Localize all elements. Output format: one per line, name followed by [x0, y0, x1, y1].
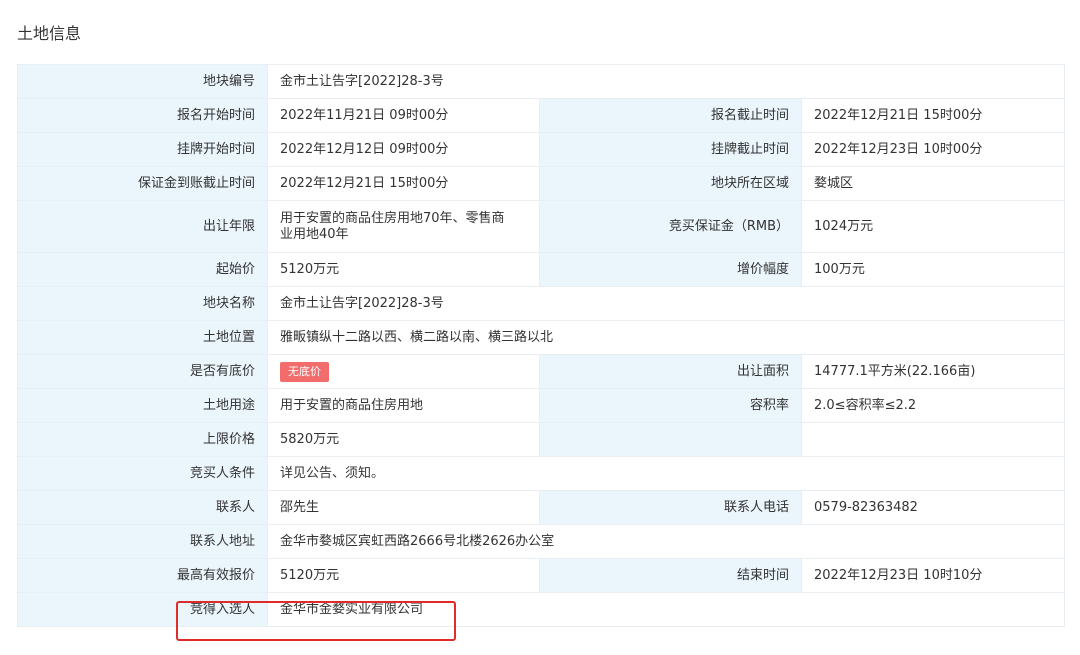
empty-label-cell: [539, 422, 802, 457]
listing-end-label: 挂牌截止时间: [539, 132, 802, 167]
land-use-label: 土地用途: [17, 388, 268, 423]
plot-region-label: 地块所在区域: [539, 166, 802, 201]
highest-bid-value: 5120万元: [267, 558, 540, 593]
bid-deposit-value: 1024万元: [800, 200, 1066, 253]
row-deposit-deadline: 保证金到账截止时间 2022年12月21日 15时00分 地块所在区域 婺城区: [17, 166, 1066, 201]
contact-person-value: 邵先生: [267, 490, 540, 525]
plot-ratio-label: 容积率: [539, 388, 802, 423]
row-reserve-price: 是否有底价 无底价 出让面积 14777.1平方米(22.166亩): [17, 354, 1066, 389]
end-time-value: 2022年12月23日 10时10分: [800, 558, 1066, 593]
listing-start-label: 挂牌开始时间: [17, 132, 268, 167]
transfer-area-label: 出让面积: [539, 354, 802, 389]
bidder-conditions-value: 详见公告、须知。: [266, 456, 1066, 491]
contact-phone-value: 0579-82363482: [800, 490, 1066, 525]
land-location-value: 雅畈镇纵十二路以西、横二路以南、横三路以北: [266, 320, 1066, 355]
empty-value-cell: [800, 422, 1066, 457]
row-registration-time: 报名开始时间 2022年11月21日 09时00分 报名截止时间 2022年12…: [17, 98, 1066, 133]
registration-end-label: 报名截止时间: [539, 98, 802, 133]
row-price-cap: 上限价格 5820万元: [17, 422, 1066, 457]
contact-address-value: 金华市婺城区宾虹西路2666号北楼2626办公室: [266, 524, 1066, 559]
winning-bidder-label: 竞得入选人: [17, 592, 268, 627]
end-time-label: 结束时间: [539, 558, 802, 593]
row-bidder-conditions: 竞买人条件 详见公告、须知。: [17, 456, 1066, 491]
row-contact-address: 联系人地址 金华市婺城区宾虹西路2666号北楼2626办公室: [17, 524, 1066, 559]
land-use-value: 用于安置的商品住房用地: [267, 388, 540, 423]
registration-start-value: 2022年11月21日 09时00分: [267, 98, 540, 133]
plot-name-value: 金市土让告字[2022]28-3号: [266, 286, 1066, 321]
reserve-price-cell: 无底价: [267, 354, 540, 389]
plot-region-value: 婺城区: [800, 166, 1066, 201]
registration-start-label: 报名开始时间: [17, 98, 268, 133]
plot-number-value: 金市土让告字[2022]28-3号: [266, 64, 1066, 99]
bidder-conditions-label: 竞买人条件: [17, 456, 268, 491]
transfer-area-value: 14777.1平方米(22.166亩): [800, 354, 1066, 389]
price-cap-value: 5820万元: [267, 422, 540, 457]
row-transfer-term: 出让年限 用于安置的商品住房用地70年、零售商业用地40年 竞买保证金（RMB）…: [17, 200, 1066, 253]
transfer-term-value: 用于安置的商品住房用地70年、零售商业用地40年: [267, 200, 540, 253]
registration-end-value: 2022年12月21日 15时00分: [800, 98, 1066, 133]
row-highest-bid: 最高有效报价 5120万元 结束时间 2022年12月23日 10时10分: [17, 558, 1066, 593]
reserve-price-label: 是否有底价: [17, 354, 268, 389]
deposit-deadline-label: 保证金到账截止时间: [17, 166, 268, 201]
contact-address-label: 联系人地址: [17, 524, 268, 559]
row-land-location: 土地位置 雅畈镇纵十二路以西、横二路以南、横三路以北: [17, 320, 1066, 355]
listing-start-value: 2022年12月12日 09时00分: [267, 132, 540, 167]
land-info-table: 地块编号 金市土让告字[2022]28-3号 报名开始时间 2022年11月21…: [17, 64, 1066, 627]
winning-bidder-value: 金华市金婺实业有限公司: [266, 592, 1066, 627]
row-plot-name: 地块名称 金市土让告字[2022]28-3号: [17, 286, 1066, 321]
contact-person-label: 联系人: [17, 490, 268, 525]
row-plot-number: 地块编号 金市土让告字[2022]28-3号: [17, 64, 1066, 99]
page-title: 土地信息: [17, 24, 82, 43]
price-cap-label: 上限价格: [17, 422, 268, 457]
highest-bid-label: 最高有效报价: [17, 558, 268, 593]
row-starting-price: 起始价 5120万元 增价幅度 100万元: [17, 252, 1066, 287]
no-reserve-badge: 无底价: [280, 361, 329, 382]
plot-number-label: 地块编号: [17, 64, 268, 99]
price-increment-label: 增价幅度: [539, 252, 802, 287]
starting-price-label: 起始价: [17, 252, 268, 287]
row-winning-bidder: 竞得入选人 金华市金婺实业有限公司: [17, 592, 1066, 627]
deposit-deadline-value: 2022年12月21日 15时00分: [267, 166, 540, 201]
row-listing-time: 挂牌开始时间 2022年12月12日 09时00分 挂牌截止时间 2022年12…: [17, 132, 1066, 167]
starting-price-value: 5120万元: [267, 252, 540, 287]
plot-name-label: 地块名称: [17, 286, 268, 321]
plot-ratio-value: 2.0≤容积率≤2.2: [800, 388, 1066, 423]
row-contact: 联系人 邵先生 联系人电话 0579-82363482: [17, 490, 1066, 525]
row-land-use: 土地用途 用于安置的商品住房用地 容积率 2.0≤容积率≤2.2: [17, 388, 1066, 423]
listing-end-value: 2022年12月23日 10时00分: [800, 132, 1066, 167]
bid-deposit-label: 竞买保证金（RMB）: [539, 200, 802, 253]
price-increment-value: 100万元: [800, 252, 1066, 287]
transfer-term-label: 出让年限: [17, 200, 268, 253]
contact-phone-label: 联系人电话: [539, 490, 802, 525]
land-location-label: 土地位置: [17, 320, 268, 355]
